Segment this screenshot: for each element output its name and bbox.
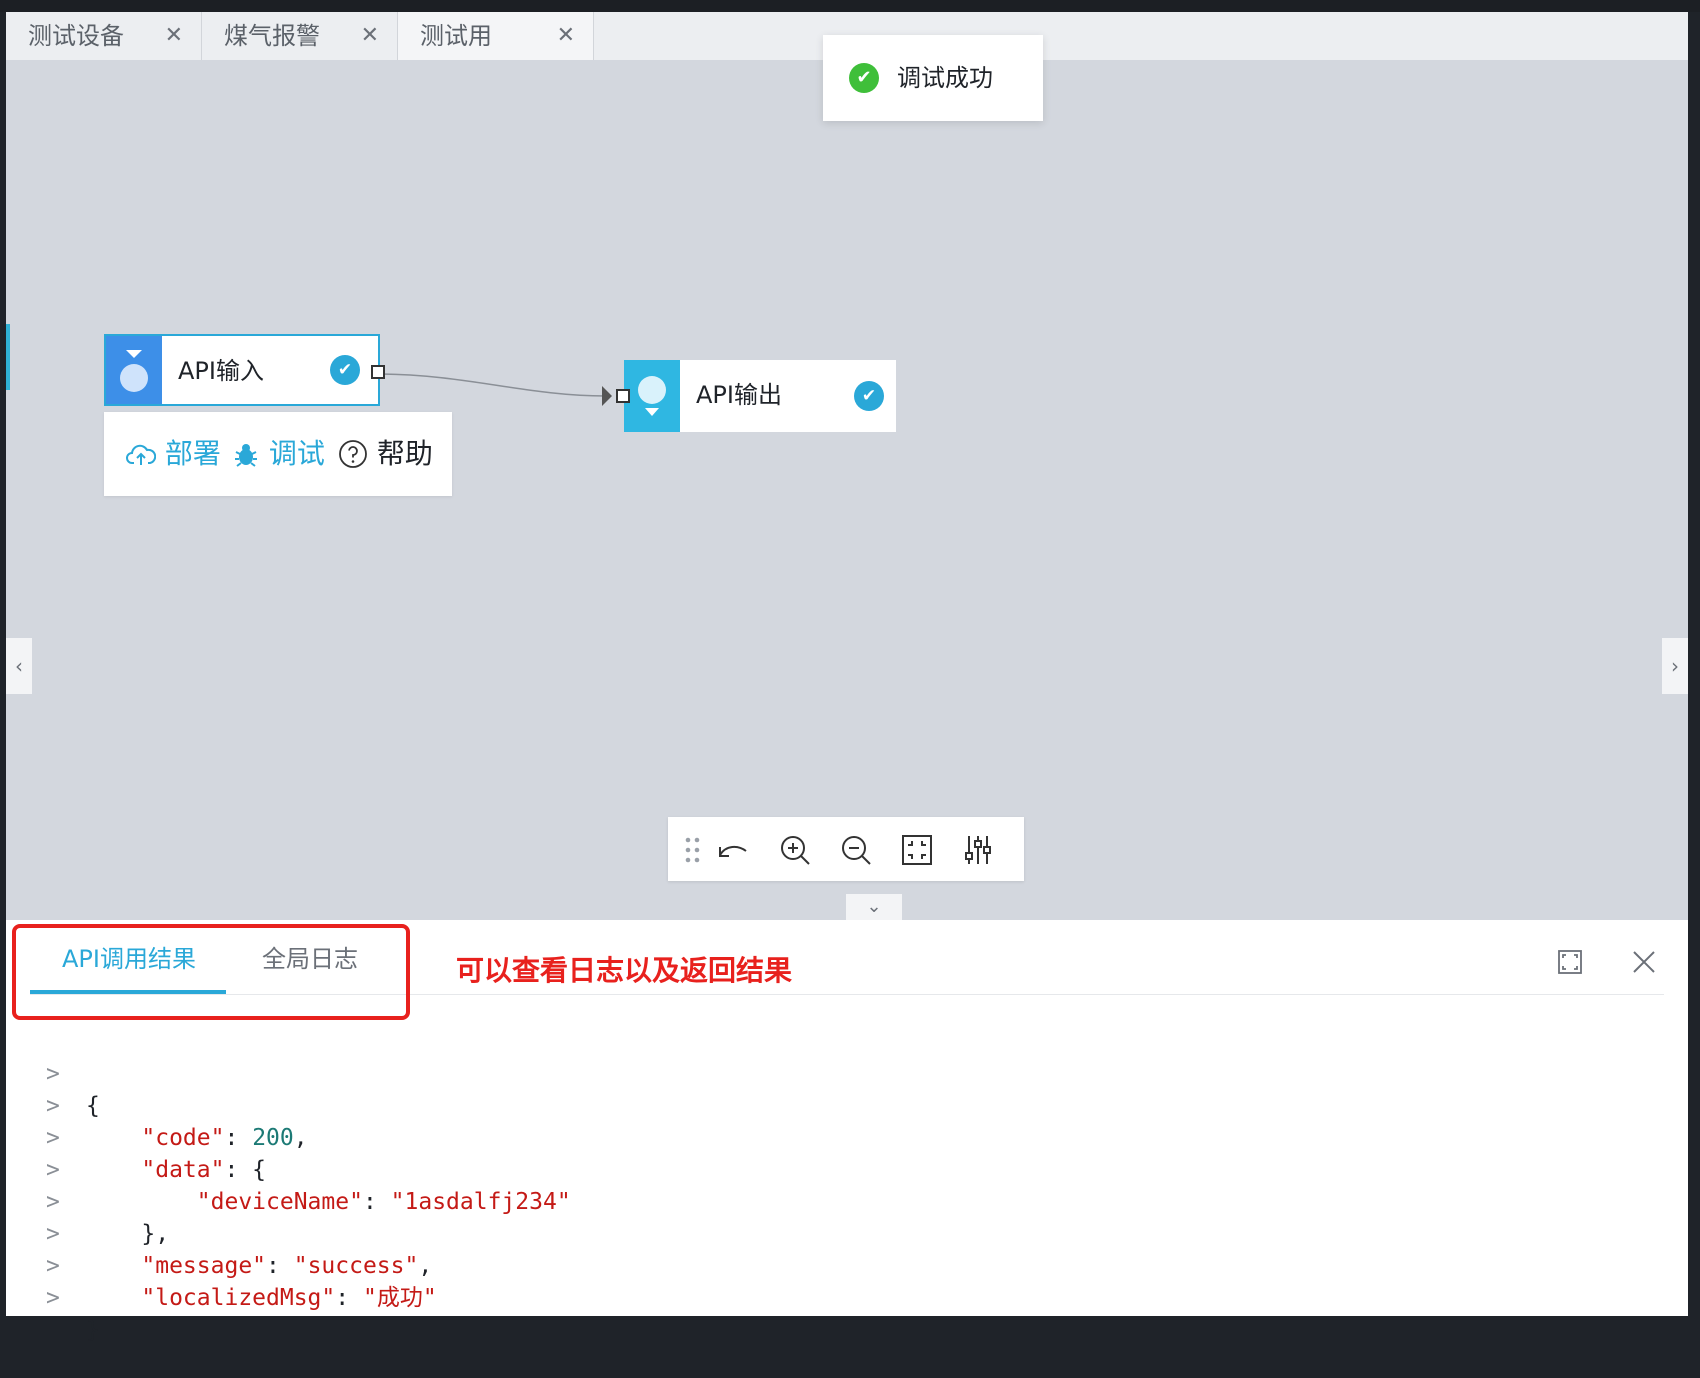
debug-label: 调试 xyxy=(268,437,325,470)
api-input-icon xyxy=(106,336,162,404)
left-panel-toggle[interactable]: ‹ xyxy=(6,638,32,694)
undo-icon[interactable] xyxy=(716,833,750,867)
output-port[interactable] xyxy=(371,365,385,379)
result-output: > { > "code": 200, > "data": { > "device… xyxy=(46,1026,571,1343)
result-line: > }, xyxy=(46,1154,169,1247)
settings-sliders-icon[interactable] xyxy=(961,833,995,867)
help-label: 帮助 xyxy=(376,437,433,470)
maximize-icon[interactable] xyxy=(1554,946,1586,978)
check-circle-icon: ✔ xyxy=(330,355,360,385)
line-prompt: > xyxy=(46,1285,60,1311)
window-top-bar xyxy=(0,0,1700,12)
line-text: "deviceName": "1asdalfj234" xyxy=(196,1189,571,1215)
zoom-in-icon[interactable] xyxy=(778,833,812,867)
collapse-panel-button[interactable]: ⌄ xyxy=(846,894,902,920)
result-line: > { xyxy=(46,1026,157,1119)
result-line: > "deviceName": "1asdalfj234" xyxy=(46,1122,571,1215)
close-icon[interactable] xyxy=(1628,946,1660,978)
deploy-button[interactable]: 部署 xyxy=(126,412,221,496)
node-label: API输入 xyxy=(178,357,264,385)
result-line: > "message": "success", xyxy=(46,1186,432,1279)
help-button[interactable]: 帮助 xyxy=(338,412,433,496)
editor-frame: 测试设备 ✕ 煤气报警 ✕ 测试用 ✕ ✔ 调试成功 API输入 ✔ API输出… xyxy=(6,12,1688,1343)
zoom-out-icon[interactable] xyxy=(839,833,873,867)
result-panel: API调用结果 全局日志 可以查看日志以及返回结果 > { > "code": … xyxy=(6,920,1688,1343)
cloud-upload-icon xyxy=(126,444,157,465)
result-line: > "localizedMsg": "成功" xyxy=(46,1218,437,1311)
result-line: > "code": 200, xyxy=(46,1058,308,1151)
annotation-box xyxy=(12,924,410,1020)
result-line: > "data": { xyxy=(46,1090,266,1183)
api-output-node[interactable]: API输出 ✔ xyxy=(624,360,896,432)
drag-handle-icon[interactable] xyxy=(676,833,710,867)
line-text: } xyxy=(86,1317,100,1343)
bug-icon xyxy=(235,444,257,467)
result-line: > } xyxy=(46,1250,157,1343)
api-input-node[interactable]: API输入 ✔ xyxy=(104,334,380,406)
debug-button[interactable]: 调试 xyxy=(232,412,325,496)
check-circle-icon: ✔ xyxy=(854,381,884,411)
help-circle-icon xyxy=(339,440,367,468)
deploy-label: 部署 xyxy=(164,437,221,470)
fit-view-icon[interactable] xyxy=(900,833,934,867)
node-action-bar: 部署 调试 帮助 xyxy=(104,412,452,496)
right-panel-toggle[interactable]: › xyxy=(1662,638,1688,694)
api-output-icon xyxy=(624,360,680,432)
annotation-text: 可以查看日志以及返回结果 xyxy=(456,954,793,987)
input-port[interactable] xyxy=(616,389,630,403)
canvas-toolbar xyxy=(668,817,1024,881)
node-label: API输出 xyxy=(696,381,782,409)
